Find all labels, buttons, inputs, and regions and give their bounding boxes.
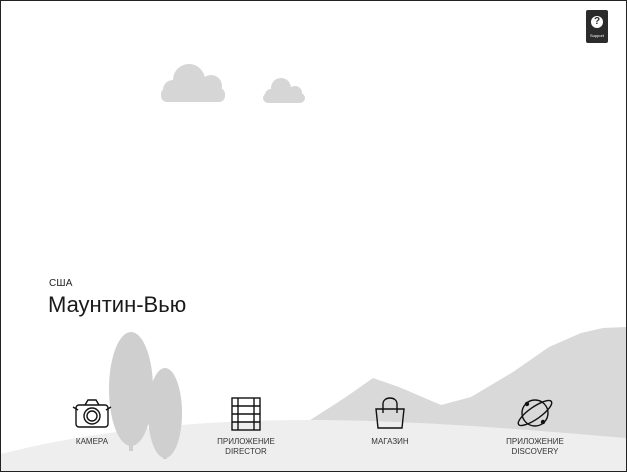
support-label: Support	[589, 33, 604, 38]
cloud-large	[161, 64, 225, 102]
discovery-tile-label: ПРИЛОЖЕНИЕ DISCOVERY	[480, 437, 590, 457]
camera-tile-label-line1: КАМЕРА	[75, 437, 109, 446]
camera-icon	[72, 399, 112, 428]
director-tile-label-line2: DIRECTOR	[225, 447, 267, 456]
store-tile-label: МАГАЗИН	[335, 437, 445, 447]
location-city: Маунтин-Вью	[48, 292, 187, 317]
location-country: США	[49, 278, 73, 289]
home-screen: ? Support США Маунтин-Вью КАМЕРА ПРИЛОЖЕ…	[0, 0, 627, 472]
director-tile-label-line1: ПРИЛОЖЕНИЕ	[217, 437, 275, 446]
planet-icon	[517, 399, 553, 427]
director-tile-label: ПРИЛОЖЕНИЕ DIRECTOR	[191, 437, 301, 457]
discovery-tile-label-line1: ПРИЛОЖЕНИЕ	[506, 437, 564, 446]
discovery-app-tile[interactable]: ПРИЛОЖЕНИЕ DISCOVERY	[480, 393, 590, 469]
cloud-small	[263, 78, 305, 103]
film-icon	[231, 397, 261, 431]
help-icon: ?	[591, 16, 603, 28]
shopping-bag-icon	[375, 397, 405, 429]
store-tile[interactable]: МАГАЗИН	[335, 393, 445, 469]
discovery-tile-label-line2: DISCOVERY	[511, 447, 559, 456]
camera-tile-label: КАМЕРА	[37, 437, 147, 447]
store-tile-label-line1: МАГАЗИН	[371, 437, 409, 446]
support-button[interactable]: ? Support	[586, 10, 608, 43]
director-app-tile[interactable]: ПРИЛОЖЕНИЕ DIRECTOR	[191, 393, 301, 469]
camera-tile[interactable]: КАМЕРА	[37, 393, 147, 469]
